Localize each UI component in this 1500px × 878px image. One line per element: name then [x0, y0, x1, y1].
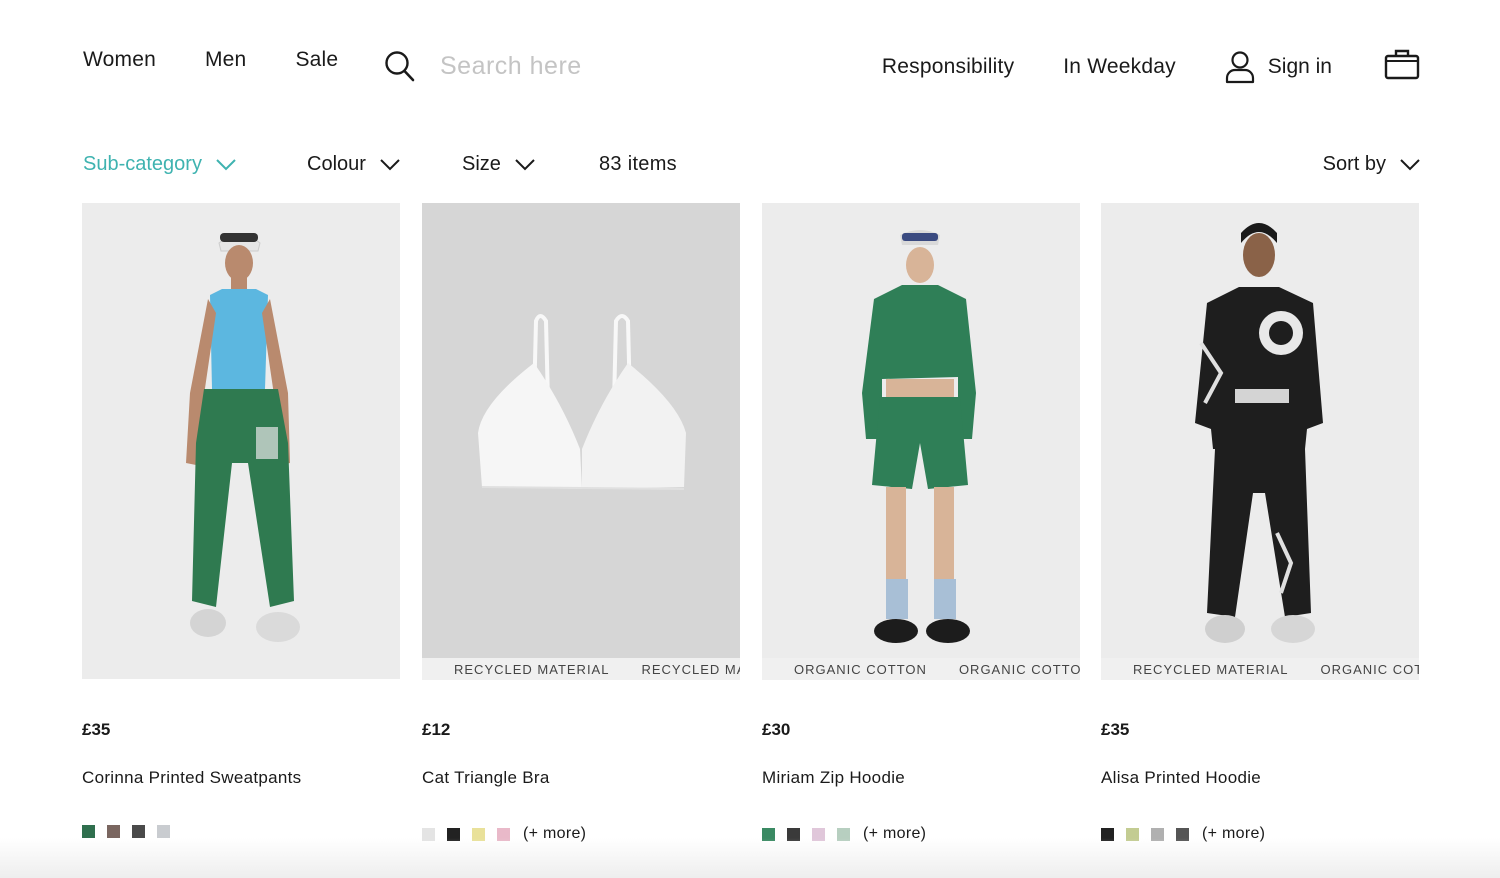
- product-card[interactable]: £35 Corinna Printed Sweatpants: [82, 203, 400, 838]
- colour-swatch[interactable]: [132, 825, 145, 838]
- product-image[interactable]: [1101, 203, 1419, 658]
- material-tag: ORGANIC COTTON: [794, 661, 927, 677]
- colour-swatch[interactable]: [762, 827, 775, 841]
- nav-women[interactable]: Women: [83, 48, 156, 72]
- material-tags: RECYCLED MATERIAL RECYCLED MA: [422, 658, 740, 680]
- product-price: £12: [422, 720, 451, 739]
- product-image[interactable]: [82, 203, 400, 679]
- site-header: Women Men Sale Responsibility In Weekday…: [0, 0, 1500, 120]
- product-image[interactable]: [762, 203, 1080, 658]
- colour-swatch[interactable]: [497, 827, 510, 841]
- nav-in-weekday[interactable]: In Weekday: [1063, 55, 1176, 79]
- more-colours-link[interactable]: (+ more): [523, 825, 586, 843]
- colour-filter[interactable]: Colour: [307, 153, 400, 176]
- product-card[interactable]: RECYCLED MATERIAL RECYCLED MA £12 Cat Tr…: [422, 203, 740, 842]
- colour-swatch[interactable]: [1101, 827, 1114, 841]
- colour-swatch[interactable]: [787, 827, 800, 841]
- colour-swatch[interactable]: [447, 827, 460, 841]
- colour-swatch[interactable]: [472, 827, 485, 841]
- sign-in-label: Sign in: [1267, 54, 1332, 78]
- filter-bar: Sub-category Colour Size 83 items Sort b…: [83, 153, 1420, 181]
- secondary-nav: Responsibility In Weekday Sign in: [882, 48, 1420, 85]
- more-colours-link[interactable]: (+ more): [1202, 825, 1265, 843]
- colour-swatch[interactable]: [107, 825, 120, 838]
- product-name[interactable]: Corinna Printed Sweatpants: [82, 768, 301, 788]
- product-image[interactable]: [422, 203, 740, 658]
- colour-filter-label: Colour: [307, 153, 366, 175]
- subcategory-filter-label: Sub-category: [83, 153, 202, 175]
- nav-men[interactable]: Men: [205, 48, 246, 72]
- items-count: 83 items: [599, 153, 677, 175]
- nav-sale[interactable]: Sale: [295, 48, 338, 72]
- sort-by-label: Sort by: [1322, 153, 1386, 175]
- product-price: £35: [1101, 720, 1130, 739]
- material-tags: RECYCLED MATERIAL ORGANIC COTTO: [1101, 658, 1419, 680]
- material-tag: RECYCLED MA: [641, 661, 740, 677]
- sign-in-link[interactable]: Sign in: [1224, 50, 1332, 84]
- size-filter-label: Size: [462, 153, 501, 175]
- colour-swatch[interactable]: [812, 827, 825, 841]
- chevron-down-icon: [1400, 158, 1420, 170]
- product-name[interactable]: Cat Triangle Bra: [422, 768, 550, 788]
- more-colours-link[interactable]: (+ more): [863, 825, 926, 843]
- bottom-shadow: [0, 838, 1500, 878]
- product-name[interactable]: Miriam Zip Hoodie: [762, 768, 905, 788]
- user-icon: [1225, 50, 1254, 83]
- colour-swatch[interactable]: [1126, 827, 1139, 841]
- colour-swatch[interactable]: [82, 825, 95, 838]
- product-name[interactable]: Alisa Printed Hoodie: [1101, 768, 1261, 788]
- search-input[interactable]: [440, 51, 720, 81]
- product-card[interactable]: ORGANIC COTTON ORGANIC COTTOI £30 Miriam…: [762, 203, 1080, 842]
- search-bar: [384, 48, 720, 84]
- colour-swatches: (+ more): [422, 825, 586, 843]
- subcategory-filter[interactable]: Sub-category: [83, 153, 236, 176]
- chevron-down-icon: [216, 158, 236, 170]
- material-tag: ORGANIC COTTOI: [958, 661, 1080, 677]
- material-tag: RECYCLED MATERIAL: [1133, 661, 1289, 677]
- material-tags: ORGANIC COTTON ORGANIC COTTOI: [762, 658, 1080, 680]
- sort-by-dropdown[interactable]: Sort by: [1323, 153, 1420, 176]
- material-tag: ORGANIC COTTO: [1320, 661, 1419, 677]
- product-price: £30: [762, 720, 791, 739]
- chevron-down-icon: [515, 158, 535, 170]
- shopping-bag-icon[interactable]: [1384, 48, 1420, 85]
- colour-swatches: (+ more): [1101, 825, 1265, 843]
- main-nav: Women Men Sale: [83, 48, 387, 72]
- product-card[interactable]: RECYCLED MATERIAL ORGANIC COTTO £35 Alis…: [1101, 203, 1419, 842]
- size-filter[interactable]: Size: [462, 153, 535, 176]
- nav-responsibility[interactable]: Responsibility: [882, 55, 1014, 79]
- colour-swatch[interactable]: [1176, 827, 1189, 841]
- chevron-down-icon: [380, 158, 400, 170]
- colour-swatches: (+ more): [762, 825, 926, 843]
- colour-swatch[interactable]: [837, 827, 850, 841]
- colour-swatch[interactable]: [422, 827, 435, 841]
- colour-swatch[interactable]: [157, 825, 170, 838]
- product-price: £35: [82, 720, 111, 739]
- colour-swatches: [82, 825, 182, 838]
- colour-swatch[interactable]: [1151, 827, 1164, 841]
- material-tag: RECYCLED MATERIAL: [454, 661, 610, 677]
- search-icon[interactable]: [384, 48, 416, 84]
